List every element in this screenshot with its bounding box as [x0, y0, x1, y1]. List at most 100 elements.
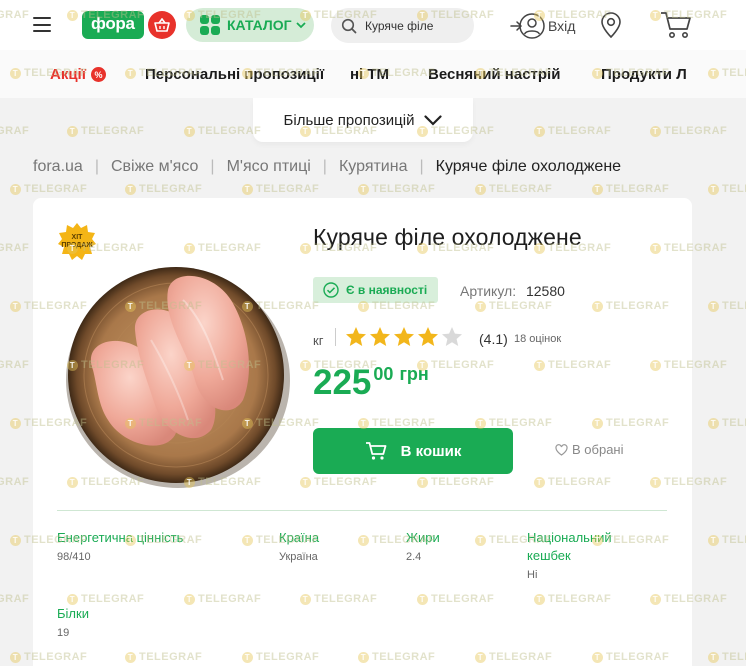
divider: [57, 510, 667, 511]
promo-item-label: Акції: [50, 66, 86, 83]
attribute-name: Національний кешбек: [527, 530, 612, 563]
breadcrumb-current: Куряче філе охолоджене: [435, 158, 622, 175]
chevron-down-icon: [295, 22, 306, 29]
watermark: TELEGRAF: [708, 651, 746, 663]
favorites-label: В обрані: [572, 442, 624, 457]
location-pin-icon[interactable]: [600, 12, 622, 44]
badge-label: ХІТ ПРОДАЖ: [61, 234, 93, 249]
star-rating[interactable]: [344, 325, 464, 349]
watermark: TELEGRAF: [0, 476, 29, 488]
attribute-value: Ні: [527, 569, 538, 581]
bestseller-badge: ХІТ ПРОДАЖ: [57, 222, 97, 262]
attribute-name: Жири: [406, 530, 440, 545]
search-input[interactable]: [365, 18, 465, 33]
attribute-name: Країна: [279, 530, 320, 545]
breadcrumb-link[interactable]: fora.ua: [33, 158, 83, 176]
attribute-cashback: Національний кешбек Ні: [527, 529, 637, 581]
catalog-button[interactable]: КАТАЛОГ: [186, 8, 314, 42]
divider: [335, 328, 336, 346]
price-currency: грн: [399, 364, 429, 384]
watermark: TELEGRAF: [242, 183, 319, 195]
unit-label: кг: [313, 333, 324, 348]
heart-icon: [555, 443, 568, 456]
site-header: фора КАТАЛОГ Вхід: [0, 0, 746, 50]
chevron-down-icon: [424, 114, 443, 126]
attribute-value: Україна: [279, 551, 318, 563]
watermark: TELEGRAF: [708, 300, 746, 312]
attribute-value: 98/410: [57, 551, 91, 563]
watermark: TELEGRAF: [0, 125, 29, 137]
promo-item-personal[interactable]: Персональні пропозиції: [145, 66, 324, 83]
search-icon: [341, 18, 357, 33]
catalog-label: КАТАЛОГ: [227, 17, 292, 33]
star-icon[interactable]: [416, 325, 440, 349]
stock-badge: Є в наявності: [313, 277, 439, 303]
star-icon[interactable]: [392, 325, 416, 349]
article-number: 12580: [525, 283, 565, 299]
more-offers-button[interactable]: Більше пропозицій: [253, 98, 473, 142]
watermark: TELEGRAF: [0, 593, 29, 605]
catalog-grid-icon: [200, 15, 220, 35]
attribute-country: Країна Україна: [279, 529, 379, 563]
article: Артикул: 12580: [460, 283, 565, 299]
star-icon[interactable]: [368, 325, 392, 349]
promo-item-products[interactable]: Продукти Л: [601, 66, 687, 83]
watermark: TELEGRAF: [10, 183, 87, 195]
price-integer: 225: [313, 363, 372, 402]
cart-icon: [365, 442, 387, 460]
promo-bar: Акції % Персональні пропозиції ні ТМ Вес…: [0, 50, 746, 98]
search-box[interactable]: [331, 8, 474, 43]
breadcrumb-separator: |: [210, 158, 215, 175]
attribute-value: 19: [57, 627, 70, 639]
logo[interactable]: фора: [82, 11, 176, 39]
breadcrumb-link[interactable]: Курятина: [339, 158, 408, 176]
star-icon[interactable]: [344, 325, 368, 349]
login-label: Вхід: [548, 18, 576, 34]
watermark: TELEGRAF: [67, 125, 144, 137]
watermark: TELEGRAF: [358, 183, 435, 195]
article-label: Артикул:: [460, 283, 517, 299]
cart-icon[interactable]: [660, 11, 692, 44]
star-icon[interactable]: [440, 325, 464, 349]
attribute-name: Енергетична цінність: [57, 530, 184, 545]
login-icon: [510, 13, 545, 39]
stock-label: Є в наявності: [346, 283, 428, 297]
promo-item-tm[interactable]: ні ТМ: [350, 66, 389, 83]
watermark: TELEGRAF: [708, 534, 746, 546]
promo-item-sales[interactable]: Акції %: [50, 66, 106, 83]
percent-icon: %: [90, 67, 106, 82]
add-to-cart-label: В кошик: [400, 442, 462, 460]
add-to-favorites-button[interactable]: В обрані: [555, 442, 624, 457]
breadcrumb-link[interactable]: Свіже м'ясо: [111, 158, 198, 176]
watermark: TELEGRAF: [0, 242, 29, 254]
price: 225 00 грн: [313, 363, 429, 403]
breadcrumb-separator: |: [419, 158, 424, 175]
watermark: TELEGRAF: [650, 125, 727, 137]
watermark: TELEGRAF: [475, 183, 552, 195]
product-image[interactable]: [63, 260, 293, 490]
attribute-fats: Жири 2.4: [406, 529, 506, 563]
watermark: TELEGRAF: [184, 125, 261, 137]
more-offers-label: Більше пропозицій: [283, 111, 415, 129]
breadcrumb-separator: |: [94, 158, 99, 175]
add-to-cart-button[interactable]: В кошик: [313, 428, 513, 474]
breadcrumb-separator: |: [322, 158, 327, 175]
rating-value: (4.1): [479, 331, 508, 347]
watermark: TELEGRAF: [534, 125, 611, 137]
basket-logo-icon: [147, 11, 176, 39]
check-circle-icon: [323, 282, 339, 298]
reviews-count[interactable]: 18 оцінок: [514, 333, 561, 345]
attribute-energy: Енергетична цінність 98/410: [57, 529, 257, 563]
product-title: Куряче філе охолоджене: [313, 224, 582, 250]
login-button[interactable]: Вхід: [510, 12, 575, 40]
watermark: TELEGRAF: [592, 183, 669, 195]
watermark: TELEGRAF: [125, 183, 202, 195]
watermark: TELEGRAF: [0, 359, 29, 371]
breadcrumb-link[interactable]: М'ясо птиці: [227, 158, 311, 176]
menu-icon[interactable]: [33, 17, 51, 32]
promo-item-spring[interactable]: Весняний настрій: [428, 66, 560, 83]
attribute-name: Білки: [57, 606, 89, 621]
attribute-proteins: Білки 19: [57, 605, 257, 639]
product-card: ХІТ ПРОДАЖ Куряче філе охолоджене Є в на…: [33, 198, 692, 666]
breadcrumb: fora.ua | Свіже м'ясо | М'ясо птиці | Ку…: [33, 158, 621, 176]
